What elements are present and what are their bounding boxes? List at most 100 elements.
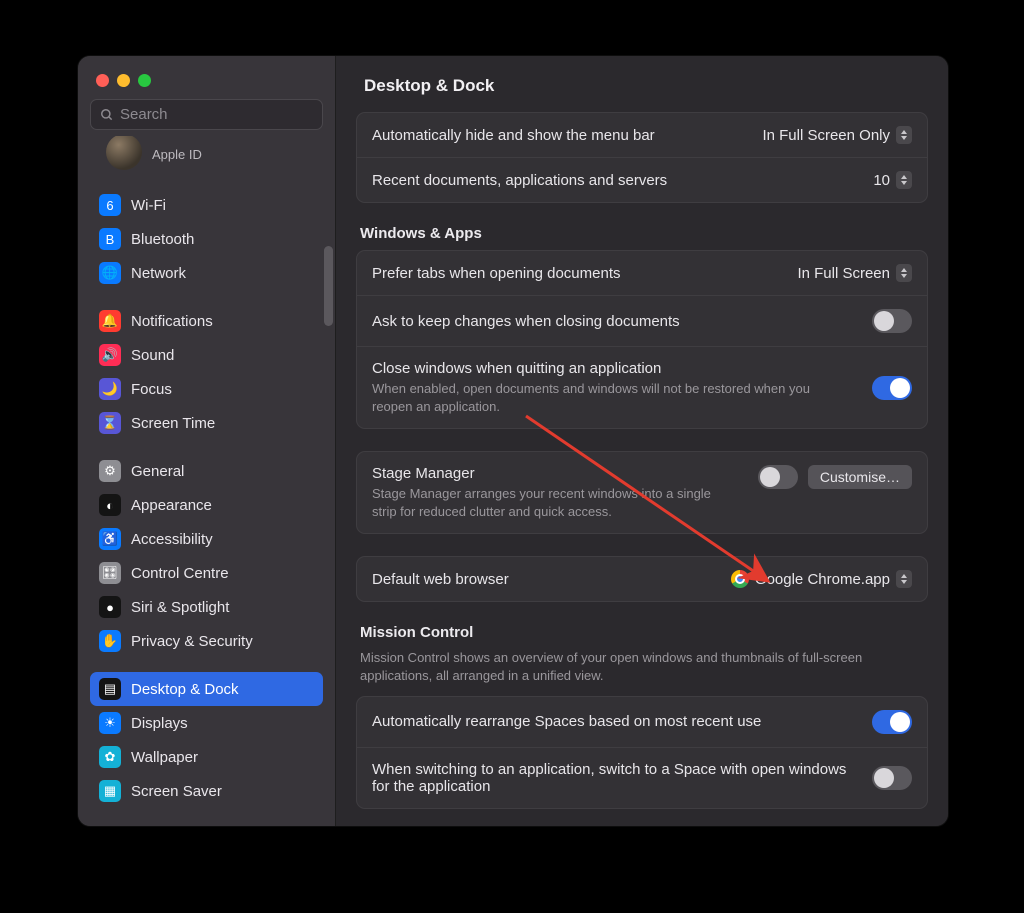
bluetooth-icon: B <box>99 228 121 250</box>
ask-keep-label: Ask to keep changes when closing documen… <box>372 313 860 330</box>
close-windows-toggle[interactable] <box>872 376 912 400</box>
search-field[interactable] <box>90 99 323 130</box>
page-title: Desktop & Dock <box>336 56 948 112</box>
siri-icon: ● <box>99 596 121 618</box>
sidebar-item-label: Siri & Spotlight <box>131 599 229 616</box>
sidebar-item-label: Control Centre <box>131 565 229 582</box>
sidebar-item-network[interactable]: 🌐 Network <box>90 256 323 290</box>
sidebar-item-wi-fi[interactable]: ὏6 Wi-Fi <box>90 188 323 222</box>
sidebar-item-sound[interactable]: 🔊Sound <box>90 338 323 372</box>
sidebar-item-label: General <box>131 463 184 480</box>
sidebar-list: Apple ID ὏6 Wi-Fi B Bluetooth 🌐 Network 🔔 Notif… <box>78 136 335 826</box>
sidebar-item-label: Focus <box>131 381 172 398</box>
default-browser-value: Google Chrome.app <box>755 571 890 588</box>
sidebar-item-accessibility[interactable]: ♿Accessibility <box>90 522 323 556</box>
section-windows-apps: Windows & Apps <box>356 225 928 250</box>
sidebar-item-label: Appearance <box>131 497 212 514</box>
main-content: Desktop & Dock Automatically hide and sh… <box>336 56 948 826</box>
displays-icon: ☀ <box>99 712 121 734</box>
sidebar-item-screen-saver[interactable]: ▦ Screen Saver <box>90 774 323 808</box>
sidebar-item-privacy-security[interactable]: ✋ Privacy & Security <box>90 624 323 658</box>
auto-rearrange-toggle[interactable] <box>872 710 912 734</box>
default-browser-label: Default web browser <box>372 571 719 588</box>
auto-rearrange-label: Automatically rearrange Spaces based on … <box>372 713 860 730</box>
prefer-tabs-dropdown[interactable]: In Full Screen <box>797 264 912 282</box>
stage-customise-button[interactable]: Customise… <box>808 465 912 489</box>
sidebar-item-general[interactable]: ⚙General <box>90 454 323 488</box>
sidebar-item-label: Displays <box>131 715 188 732</box>
row-close-windows: Close windows when quitting an applicati… <box>357 347 927 428</box>
hand-icon: ✋ <box>99 630 121 652</box>
bell-icon: 🔔 <box>99 310 121 332</box>
row-switch-space: When switching to an application, switch… <box>357 748 927 808</box>
stage-manager-toggle[interactable] <box>758 465 798 489</box>
sidebar-item-focus[interactable]: 🌙Focus <box>90 372 323 406</box>
system-settings-window: Apple ID ὏6 Wi-Fi B Bluetooth 🌐 Network 🔔 Notif… <box>78 56 948 826</box>
fullscreen-window-button[interactable] <box>138 74 151 87</box>
mission-control-desc: Mission Control shows an overview of you… <box>356 649 916 695</box>
hide-menubar-dropdown[interactable]: In Full Screen Only <box>762 126 912 144</box>
minimize-window-button[interactable] <box>117 74 130 87</box>
sidebar-item-label: Network <box>131 265 186 282</box>
close-windows-label: Close windows when quitting an applicati… <box>372 360 860 377</box>
sidebar: Apple ID ὏6 Wi-Fi B Bluetooth 🌐 Network 🔔 Notif… <box>78 56 336 826</box>
sidebar-item-desktop-dock[interactable]: ▤ Desktop & Dock <box>90 672 323 706</box>
sidebar-item-notifications[interactable]: 🔔 Notifications <box>90 304 323 338</box>
dock-icon: ▤ <box>99 678 121 700</box>
sidebar-item-wallpaper[interactable]: ✿Wallpaper <box>90 740 323 774</box>
close-windows-desc: When enabled, open documents and windows… <box>372 380 832 415</box>
apple-id-label: Apple ID <box>152 147 202 162</box>
switches-icon: 🎛 <box>99 562 121 584</box>
sidebar-item-label: Privacy & Security <box>131 633 253 650</box>
menubar-recent-panel: Automatically hide and show the menu bar… <box>356 112 928 203</box>
window-controls <box>78 56 335 87</box>
sidebar-scrollbar[interactable] <box>324 246 333 326</box>
chrome-icon <box>731 570 749 588</box>
row-ask-keep: Ask to keep changes when closing documen… <box>357 296 927 347</box>
chevron-updown-icon <box>896 570 912 588</box>
row-auto-rearrange: Automatically rearrange Spaces based on … <box>357 697 927 748</box>
screensaver-icon: ▦ <box>99 780 121 802</box>
row-hide-menubar: Automatically hide and show the menu bar… <box>357 113 927 158</box>
row-prefer-tabs: Prefer tabs when opening documents In Fu… <box>357 251 927 296</box>
close-window-button[interactable] <box>96 74 109 87</box>
hide-menubar-value: In Full Screen Only <box>762 127 890 144</box>
windows-apps-panel: Prefer tabs when opening documents In Fu… <box>356 250 928 429</box>
stage-manager-panel: Stage Manager Stage Manager arranges you… <box>356 451 928 534</box>
sidebar-item-displays[interactable]: ☀ Displays <box>90 706 323 740</box>
sidebar-item-control-centre[interactable]: 🎛 Control Centre <box>90 556 323 590</box>
network-icon: 🌐 <box>99 262 121 284</box>
wifi-icon: ὏6 <box>99 194 121 216</box>
recent-dropdown[interactable]: 10 <box>873 171 912 189</box>
search-input[interactable] <box>120 106 313 123</box>
chevron-updown-icon <box>896 126 912 144</box>
sidebar-item-label: Desktop & Dock <box>131 681 239 698</box>
sidebar-item-bluetooth[interactable]: B Bluetooth <box>90 222 323 256</box>
default-browser-panel: Default web browser Google Chrome.app <box>356 556 928 602</box>
sidebar-item-siri-spotlight[interactable]: ● Siri & Spotlight <box>90 590 323 624</box>
hourglass-icon: ⌛ <box>99 412 121 434</box>
default-browser-dropdown[interactable]: Google Chrome.app <box>731 570 912 588</box>
avatar <box>106 136 142 170</box>
ask-keep-toggle[interactable] <box>872 309 912 333</box>
mission-control-panel: Automatically rearrange Spaces based on … <box>356 696 928 809</box>
sidebar-item-appearance[interactable]: ◐ Appearance <box>90 488 323 522</box>
wallpaper-icon: ✿ <box>99 746 121 768</box>
sidebar-item-label: Accessibility <box>131 531 213 548</box>
sidebar-item-screen-time[interactable]: ⌛Screen Time <box>90 406 323 440</box>
stage-manager-desc: Stage Manager arranges your recent windo… <box>372 485 732 520</box>
switch-space-label: When switching to an application, switch… <box>372 761 860 795</box>
appearance-icon: ◐ <box>99 494 121 516</box>
sidebar-item-label: Notifications <box>131 313 213 330</box>
sidebar-item-label: Bluetooth <box>131 231 194 248</box>
switch-space-toggle[interactable] <box>872 766 912 790</box>
search-icon <box>100 108 114 122</box>
prefer-tabs-value: In Full Screen <box>797 265 890 282</box>
chevron-updown-icon <box>896 264 912 282</box>
sidebar-item-label: Sound <box>131 347 174 364</box>
sidebar-item-label: Wi-Fi <box>131 197 166 214</box>
recent-value: 10 <box>873 172 890 189</box>
sidebar-item-label: Screen Saver <box>131 783 222 800</box>
stage-manager-label: Stage Manager <box>372 465 746 482</box>
sidebar-item-apple-id[interactable]: Apple ID <box>90 136 323 186</box>
